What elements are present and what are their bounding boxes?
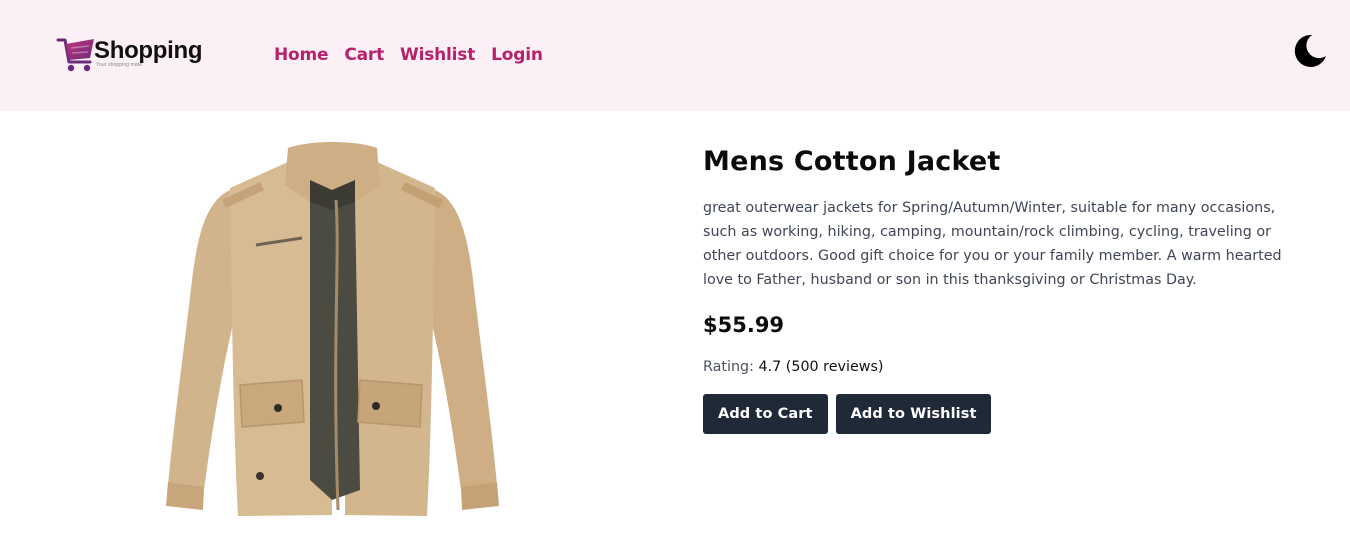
add-to-cart-button[interactable]: Add to Cart [703, 394, 828, 434]
action-buttons: Add to Cart Add to Wishlist [703, 394, 1313, 434]
product-rating: Rating: 4.7 (500 reviews) [703, 357, 1313, 377]
nav-home-link[interactable]: Home [274, 44, 329, 66]
rating-label: Rating: [703, 359, 754, 375]
product-details: Mens Cotton Jacket great outerwear jacke… [703, 144, 1313, 434]
product-title: Mens Cotton Jacket [703, 146, 1001, 177]
moon-icon [1294, 34, 1326, 67]
brand-tagline: Your shopping mate [96, 62, 143, 68]
brand-logo[interactable]: Shopping Your shopping mate [56, 36, 203, 76]
product-image [160, 140, 505, 522]
theme-toggle-button[interactable] [1290, 32, 1328, 70]
product-price: $55.99 [703, 313, 785, 337]
nav-cart-link[interactable]: Cart [344, 44, 384, 66]
shopping-cart-icon [56, 38, 94, 72]
site-header: Shopping Your shopping mate Home Cart Wi… [0, 0, 1350, 111]
nav-wishlist-link[interactable]: Wishlist [400, 44, 475, 66]
review-count: (500 reviews) [785, 359, 884, 375]
main-nav: Home Cart Wishlist Login [274, 44, 543, 66]
add-to-wishlist-button[interactable]: Add to Wishlist [835, 394, 992, 434]
jacket-image [166, 142, 499, 516]
nav-login-link[interactable]: Login [491, 44, 543, 66]
rating-value: 4.7 [758, 359, 782, 375]
product-description: great outerwear jackets for Spring/Autum… [703, 200, 1282, 288]
